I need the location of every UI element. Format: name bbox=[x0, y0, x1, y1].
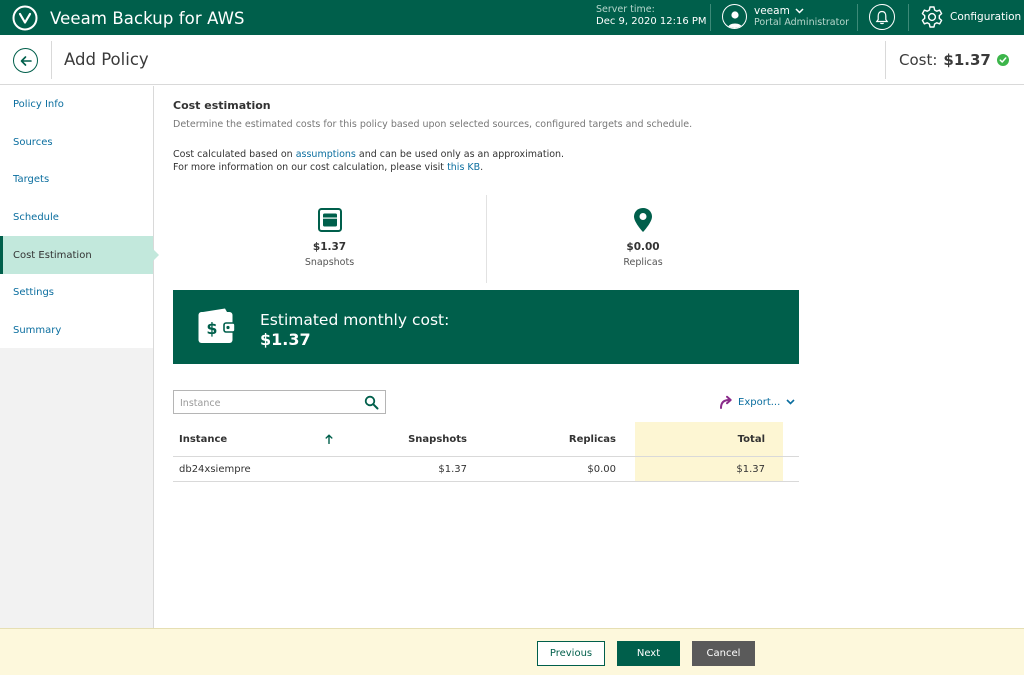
sidebar-item-sources[interactable]: Sources bbox=[0, 124, 153, 162]
table-row[interactable]: db24xsiempre $1.37 $0.00 $1.37 bbox=[173, 457, 799, 482]
brand: Veeam Backup for AWS bbox=[12, 5, 245, 31]
check-icon bbox=[996, 54, 1009, 66]
user-name: veeam bbox=[754, 4, 790, 17]
back-button[interactable] bbox=[13, 48, 38, 73]
user-role: Portal Administrator bbox=[754, 16, 850, 28]
column-header-total[interactable]: Total bbox=[635, 422, 783, 456]
column-header-replicas[interactable]: Replicas bbox=[569, 422, 616, 456]
sidebar-item-schedule[interactable]: Schedule bbox=[0, 199, 153, 237]
top-divider bbox=[908, 4, 909, 31]
cell-instance: db24xsiempre bbox=[179, 463, 251, 475]
kb-link[interactable]: this KB bbox=[447, 162, 480, 173]
replicas-label: Replicas bbox=[623, 257, 663, 268]
wizard-steps: Policy Info Sources Targets Schedule Cos… bbox=[0, 86, 159, 350]
gear-icon bbox=[921, 6, 943, 28]
header-divider bbox=[885, 41, 886, 79]
top-divider bbox=[710, 4, 711, 31]
avatar-icon bbox=[722, 4, 747, 29]
section-title: Cost estimation bbox=[173, 99, 271, 112]
monthly-cost-banner: $ Estimated monthly cost: $1.37 bbox=[173, 290, 799, 364]
previous-button[interactable]: Previous bbox=[537, 641, 605, 666]
page-title: Add Policy bbox=[64, 50, 149, 69]
page-header: Add Policy Cost: $1.37 bbox=[0, 35, 1024, 85]
assumptions-link[interactable]: assumptions bbox=[296, 149, 356, 160]
snapshots-label: Snapshots bbox=[304, 257, 355, 268]
bell-icon bbox=[875, 10, 889, 24]
user-menu[interactable]: veeam Portal Administrator bbox=[722, 4, 849, 29]
server-time-label: Server time: bbox=[596, 4, 655, 15]
server-time-value: Dec 9, 2020 12:16 PM bbox=[596, 16, 707, 27]
snapshots-stat: $1.37 Snapshots bbox=[173, 195, 486, 283]
wizard-footer: Previous Next Cancel bbox=[0, 628, 1024, 675]
sidebar-item-cost-estimation[interactable]: Cost Estimation bbox=[0, 236, 159, 274]
configuration-button[interactable]: Configuration bbox=[920, 5, 1021, 29]
replicas-stat: $0.00 Replicas bbox=[486, 195, 799, 283]
wallet-icon: $ bbox=[198, 308, 236, 343]
sidebar-item-summary[interactable]: Summary bbox=[0, 312, 153, 350]
top-divider bbox=[857, 4, 858, 31]
sidebar-item-settings[interactable]: Settings bbox=[0, 274, 153, 312]
search-icon[interactable] bbox=[364, 395, 379, 410]
cell-snapshots: $1.37 bbox=[438, 463, 467, 475]
veeam-logo-icon bbox=[12, 5, 38, 31]
sidebar-item-targets[interactable]: Targets bbox=[0, 161, 153, 199]
chevron-down-icon bbox=[786, 399, 795, 405]
chevron-down-icon bbox=[795, 7, 804, 14]
info-text: and can be used only as an approximation… bbox=[355, 149, 565, 160]
cost-breakdown: $1.37 Snapshots $0.00 Replicas bbox=[173, 195, 799, 283]
svg-text:$: $ bbox=[206, 319, 217, 338]
export-button[interactable]: Export... bbox=[719, 395, 795, 409]
cell-replicas: $0.00 bbox=[587, 463, 616, 475]
section-description: Determine the estimated costs for this p… bbox=[173, 119, 693, 130]
app-title: Veeam Backup for AWS bbox=[50, 8, 245, 28]
header-divider bbox=[51, 41, 52, 79]
instance-search bbox=[173, 390, 386, 415]
cost-value: $1.37 bbox=[943, 51, 991, 69]
export-label: Export... bbox=[738, 396, 781, 408]
cell-total: $1.37 bbox=[635, 457, 783, 481]
snapshots-value: $1.37 bbox=[312, 241, 347, 253]
wizard-sidebar: Policy Info Sources Targets Schedule Cos… bbox=[0, 86, 159, 628]
cost-label: Cost: bbox=[899, 51, 938, 69]
arrow-left-icon bbox=[20, 55, 32, 66]
column-header-snapshots[interactable]: Snapshots bbox=[408, 422, 467, 456]
cancel-button[interactable]: Cancel bbox=[692, 641, 755, 666]
configuration-label: Configuration bbox=[950, 11, 1022, 23]
monthly-cost-value: $1.37 bbox=[260, 330, 311, 349]
column-header-instance[interactable]: Instance bbox=[179, 422, 227, 456]
search-input[interactable] bbox=[174, 392, 354, 415]
map-pin-icon bbox=[634, 208, 652, 232]
monthly-cost-label: Estimated monthly cost: bbox=[260, 311, 450, 329]
sort-ascending-icon[interactable] bbox=[325, 422, 333, 456]
server-time: Server time: Dec 9, 2020 12:16 PM bbox=[596, 4, 707, 28]
info-text: . bbox=[480, 162, 484, 173]
cost-info: Cost calculated based on assumptions and… bbox=[173, 148, 799, 174]
notifications-button[interactable] bbox=[869, 4, 895, 30]
database-icon bbox=[317, 208, 342, 232]
next-button[interactable]: Next bbox=[617, 641, 680, 666]
main-content: Cost estimation Determine the estimated … bbox=[173, 99, 799, 482]
sidebar-item-policy-info[interactable]: Policy Info bbox=[0, 86, 153, 124]
top-bar: Veeam Backup for AWS Server time: Dec 9,… bbox=[0, 0, 1024, 35]
share-arrow-icon bbox=[720, 395, 732, 409]
replicas-value: $0.00 bbox=[626, 241, 660, 253]
info-text: For more information on our cost calcula… bbox=[173, 162, 448, 173]
table-header: Instance Snapshots Replicas Total bbox=[173, 422, 799, 457]
cost-summary: Cost: $1.37 bbox=[899, 51, 1009, 69]
info-text: Cost calculated based on bbox=[173, 149, 296, 160]
cost-table: Instance Snapshots Replicas Total db24xs… bbox=[173, 422, 799, 482]
